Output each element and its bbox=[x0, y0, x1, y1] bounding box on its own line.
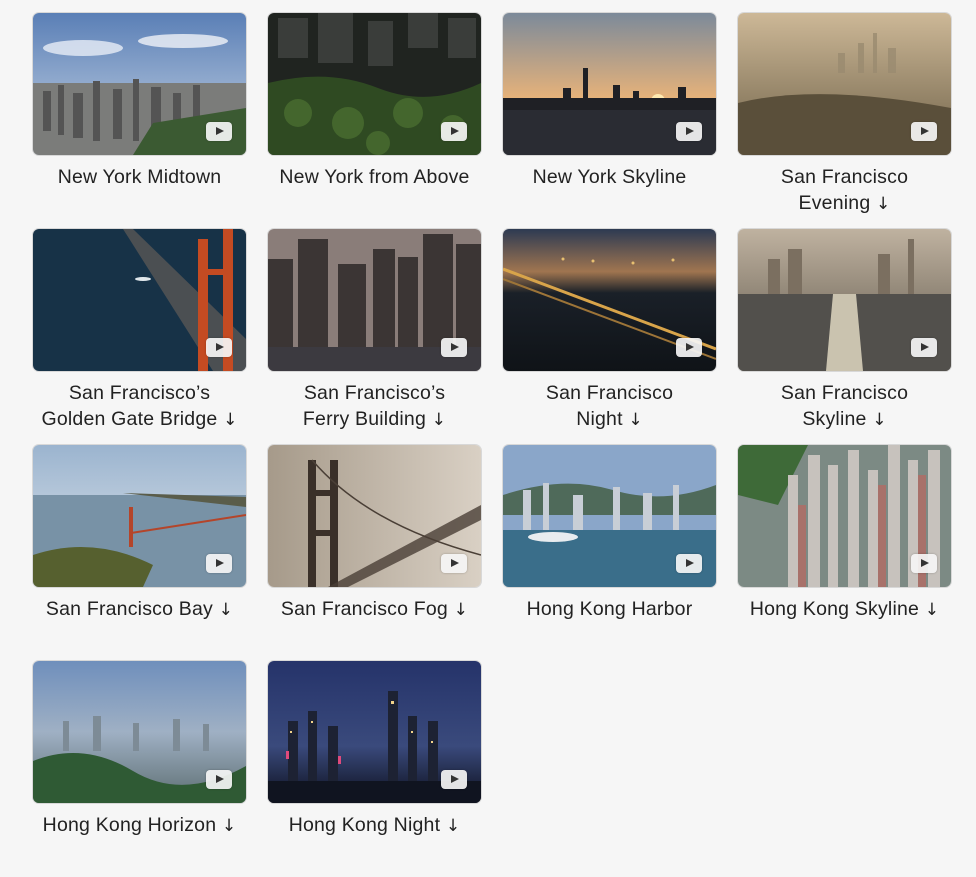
screensaver-tile-san-francisco-fog[interactable]: San Francisco Fog ↓ bbox=[268, 445, 481, 661]
thumbnail[interactable] bbox=[738, 229, 951, 371]
screensaver-title: New York Midtown bbox=[57, 166, 222, 188]
screensaver-title: Hong Kong Skyline ↓ bbox=[749, 598, 940, 620]
screensaver-title: San Francisco Fog ↓ bbox=[280, 598, 469, 620]
screensaver-tile-hong-kong-skyline[interactable]: Hong Kong Skyline ↓ bbox=[738, 445, 951, 661]
thumbnail[interactable] bbox=[268, 661, 481, 803]
screensaver-title: Hong Kong Harbor bbox=[526, 598, 693, 620]
download-arrow-icon: ↓ bbox=[924, 600, 940, 620]
screensaver-title: San Francisco Bay ↓ bbox=[45, 598, 234, 620]
screensaver-grid: New York Midtown New York from Above New… bbox=[33, 13, 953, 877]
thumbnail[interactable] bbox=[33, 661, 246, 803]
play-icon bbox=[206, 122, 232, 141]
play-icon bbox=[676, 338, 702, 357]
screensaver-tile-hong-kong-horizon[interactable]: Hong Kong Horizon ↓ bbox=[33, 661, 246, 877]
screensaver-title: Hong Kong Night ↓ bbox=[288, 814, 461, 836]
play-icon bbox=[911, 122, 937, 141]
thumbnail[interactable] bbox=[503, 13, 716, 155]
download-arrow-icon: ↓ bbox=[221, 816, 237, 836]
thumbnail[interactable] bbox=[268, 229, 481, 371]
screensaver-tile-ferry-building[interactable]: San Francisco’s Ferry Building ↓ bbox=[268, 229, 481, 445]
thumbnail[interactable] bbox=[33, 229, 246, 371]
screensaver-tile-hong-kong-harbor[interactable]: Hong Kong Harbor bbox=[503, 445, 716, 661]
play-icon bbox=[911, 338, 937, 357]
screensaver-tile-san-francisco-skyline[interactable]: San Francisco Skyline ↓ bbox=[738, 229, 951, 445]
download-arrow-icon: ↓ bbox=[872, 410, 887, 430]
screensaver-tile-golden-gate-bridge[interactable]: San Francisco’s Golden Gate Bridge ↓ bbox=[33, 229, 246, 445]
thumbnail[interactable] bbox=[33, 13, 246, 155]
play-icon bbox=[206, 770, 232, 789]
thumbnail[interactable] bbox=[503, 229, 716, 371]
download-arrow-icon: ↓ bbox=[431, 410, 447, 430]
screensaver-title: San Francisco Evening ↓ bbox=[780, 166, 909, 214]
download-arrow-icon: ↓ bbox=[876, 194, 891, 214]
play-icon bbox=[676, 554, 702, 573]
play-icon bbox=[441, 554, 467, 573]
screensaver-title: Hong Kong Horizon ↓ bbox=[42, 814, 237, 836]
screensaver-title: San Francisco Skyline ↓ bbox=[780, 382, 909, 430]
screensaver-title: San Francisco’s Ferry Building ↓ bbox=[302, 382, 447, 430]
thumbnail[interactable] bbox=[268, 445, 481, 587]
play-icon bbox=[911, 554, 937, 573]
play-icon bbox=[206, 338, 232, 357]
screensaver-tile-new-york-from-above[interactable]: New York from Above bbox=[268, 13, 481, 229]
play-icon bbox=[206, 554, 232, 573]
play-icon bbox=[676, 122, 702, 141]
play-icon bbox=[441, 770, 467, 789]
thumbnail[interactable] bbox=[33, 445, 246, 587]
screensaver-title: New York from Above bbox=[279, 166, 470, 188]
download-arrow-icon: ↓ bbox=[218, 600, 234, 620]
screensaver-tile-new-york-skyline[interactable]: New York Skyline bbox=[503, 13, 716, 229]
thumbnail[interactable] bbox=[268, 13, 481, 155]
play-icon bbox=[441, 122, 467, 141]
screensaver-tile-san-francisco-bay[interactable]: San Francisco Bay ↓ bbox=[33, 445, 246, 661]
download-arrow-icon: ↓ bbox=[628, 410, 643, 430]
screensaver-tile-hong-kong-night[interactable]: Hong Kong Night ↓ bbox=[268, 661, 481, 877]
play-icon bbox=[441, 338, 467, 357]
download-arrow-icon: ↓ bbox=[223, 410, 238, 430]
screensaver-title: San Francisco’s Golden Gate Bridge ↓ bbox=[41, 382, 238, 430]
screensaver-tile-new-york-midtown[interactable]: New York Midtown bbox=[33, 13, 246, 229]
screensaver-title: New York Skyline bbox=[532, 166, 687, 188]
thumbnail[interactable] bbox=[738, 445, 951, 587]
download-arrow-icon: ↓ bbox=[453, 600, 469, 620]
screensaver-title: San Francisco Night ↓ bbox=[545, 382, 674, 430]
screensaver-tile-san-francisco-evening[interactable]: San Francisco Evening ↓ bbox=[738, 13, 951, 229]
thumbnail[interactable] bbox=[503, 445, 716, 587]
screensaver-tile-san-francisco-night[interactable]: San Francisco Night ↓ bbox=[503, 229, 716, 445]
thumbnail[interactable] bbox=[738, 13, 951, 155]
download-arrow-icon: ↓ bbox=[445, 816, 461, 836]
